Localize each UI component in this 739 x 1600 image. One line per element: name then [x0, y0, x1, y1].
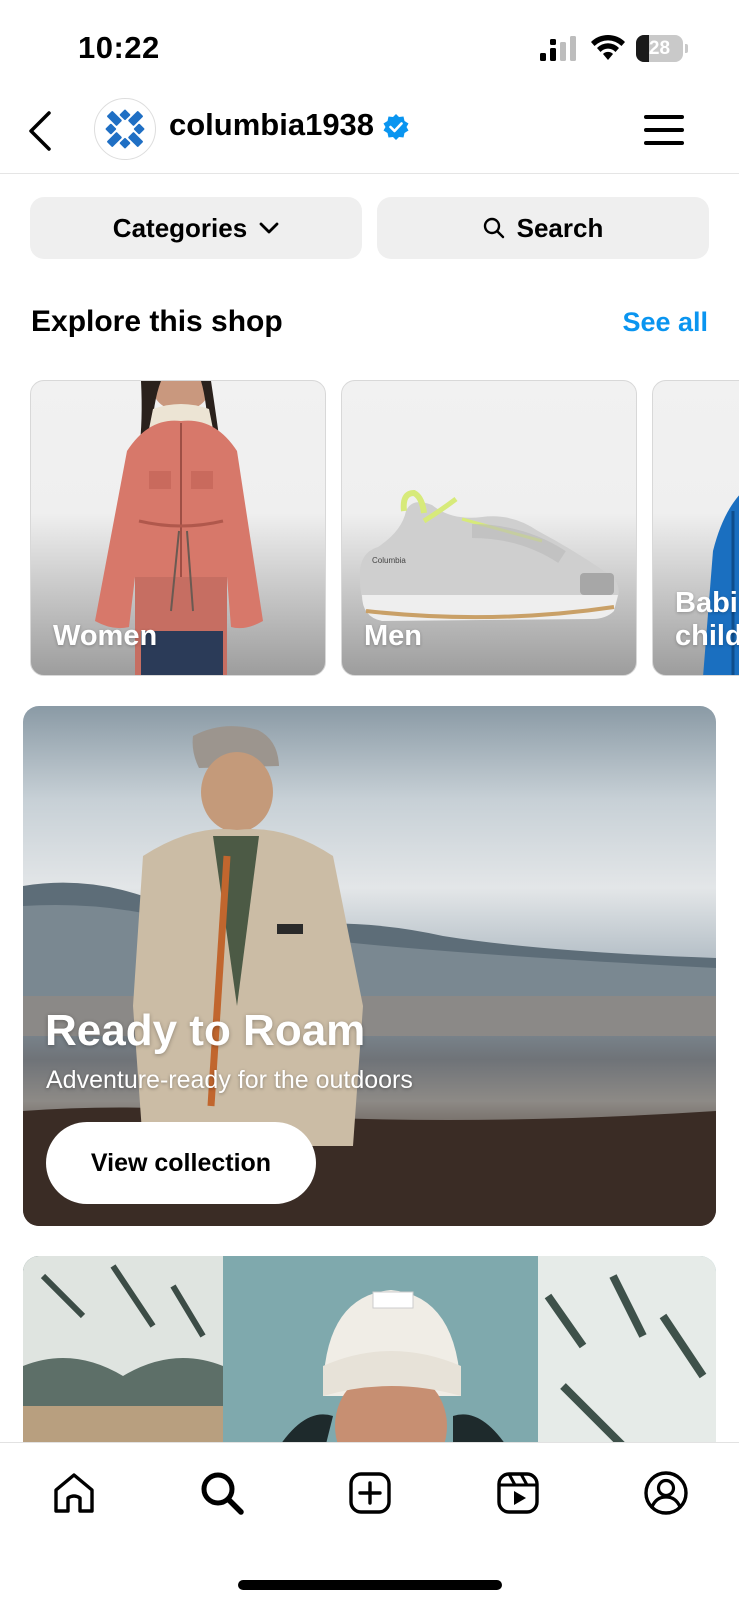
- nav-search[interactable]: [196, 1467, 248, 1519]
- svg-text:Columbia: Columbia: [372, 556, 406, 565]
- category-card-women[interactable]: Women: [30, 380, 326, 676]
- nav-home[interactable]: [48, 1467, 100, 1519]
- profile-username[interactable]: columbia1938: [169, 107, 374, 143]
- banner-title: Ready to Roam: [45, 1006, 366, 1055]
- battery-icon: 28: [636, 35, 688, 62]
- category-card-men[interactable]: Columbia Men: [341, 380, 637, 676]
- back-button[interactable]: [20, 108, 60, 154]
- category-label-women: Women: [53, 620, 158, 652]
- wifi-icon: [591, 34, 625, 60]
- home-indicator: [238, 1580, 502, 1590]
- verified-badge-icon: [383, 114, 409, 140]
- status-bar: 10:22 28: [0, 0, 739, 90]
- search-icon: [483, 217, 504, 239]
- menu-button[interactable]: [644, 112, 686, 148]
- categories-button[interactable]: Categories: [30, 197, 362, 259]
- category-card-babies-children[interactable]: Babi child: [652, 380, 739, 676]
- category-carousel[interactable]: Women Columbia Men Babi child: [30, 380, 739, 676]
- view-collection-button[interactable]: View collection: [46, 1122, 316, 1204]
- battery-percentage: 28: [648, 38, 671, 59]
- chevron-left-icon: [29, 111, 51, 151]
- cellular-signal-icon: [540, 36, 576, 61]
- columbia-logo-icon: [105, 109, 145, 149]
- collection-banner[interactable]: Ready to Roam Adventure-ready for the ou…: [23, 706, 716, 1226]
- profile-icon: [644, 1471, 688, 1515]
- explore-title: Explore this shop: [31, 305, 283, 338]
- nav-reels[interactable]: [492, 1467, 544, 1519]
- avatar[interactable]: [94, 98, 156, 160]
- bottom-nav: [0, 1442, 739, 1600]
- nav-profile[interactable]: [640, 1467, 692, 1519]
- chevron-down-icon: [259, 222, 279, 234]
- create-icon: [349, 1472, 391, 1514]
- secondary-banner[interactable]: [23, 1256, 716, 1456]
- search-icon: [201, 1472, 244, 1515]
- search-button[interactable]: Search: [377, 197, 709, 259]
- see-all-link[interactable]: See all: [622, 307, 708, 338]
- category-label-babies-children: Babi child: [675, 587, 739, 652]
- woman-beanie-image: [23, 1256, 716, 1456]
- categories-label: Categories: [112, 212, 248, 243]
- search-label: Search: [516, 212, 604, 243]
- profile-header: columbia1938: [0, 90, 739, 174]
- category-label-men: Men: [364, 620, 422, 652]
- home-icon: [54, 1473, 94, 1513]
- nav-create[interactable]: [344, 1467, 396, 1519]
- reels-icon: [497, 1472, 539, 1514]
- banner-subtitle: Adventure-ready for the outdoors: [46, 1066, 413, 1094]
- status-time: 10:22: [78, 30, 160, 65]
